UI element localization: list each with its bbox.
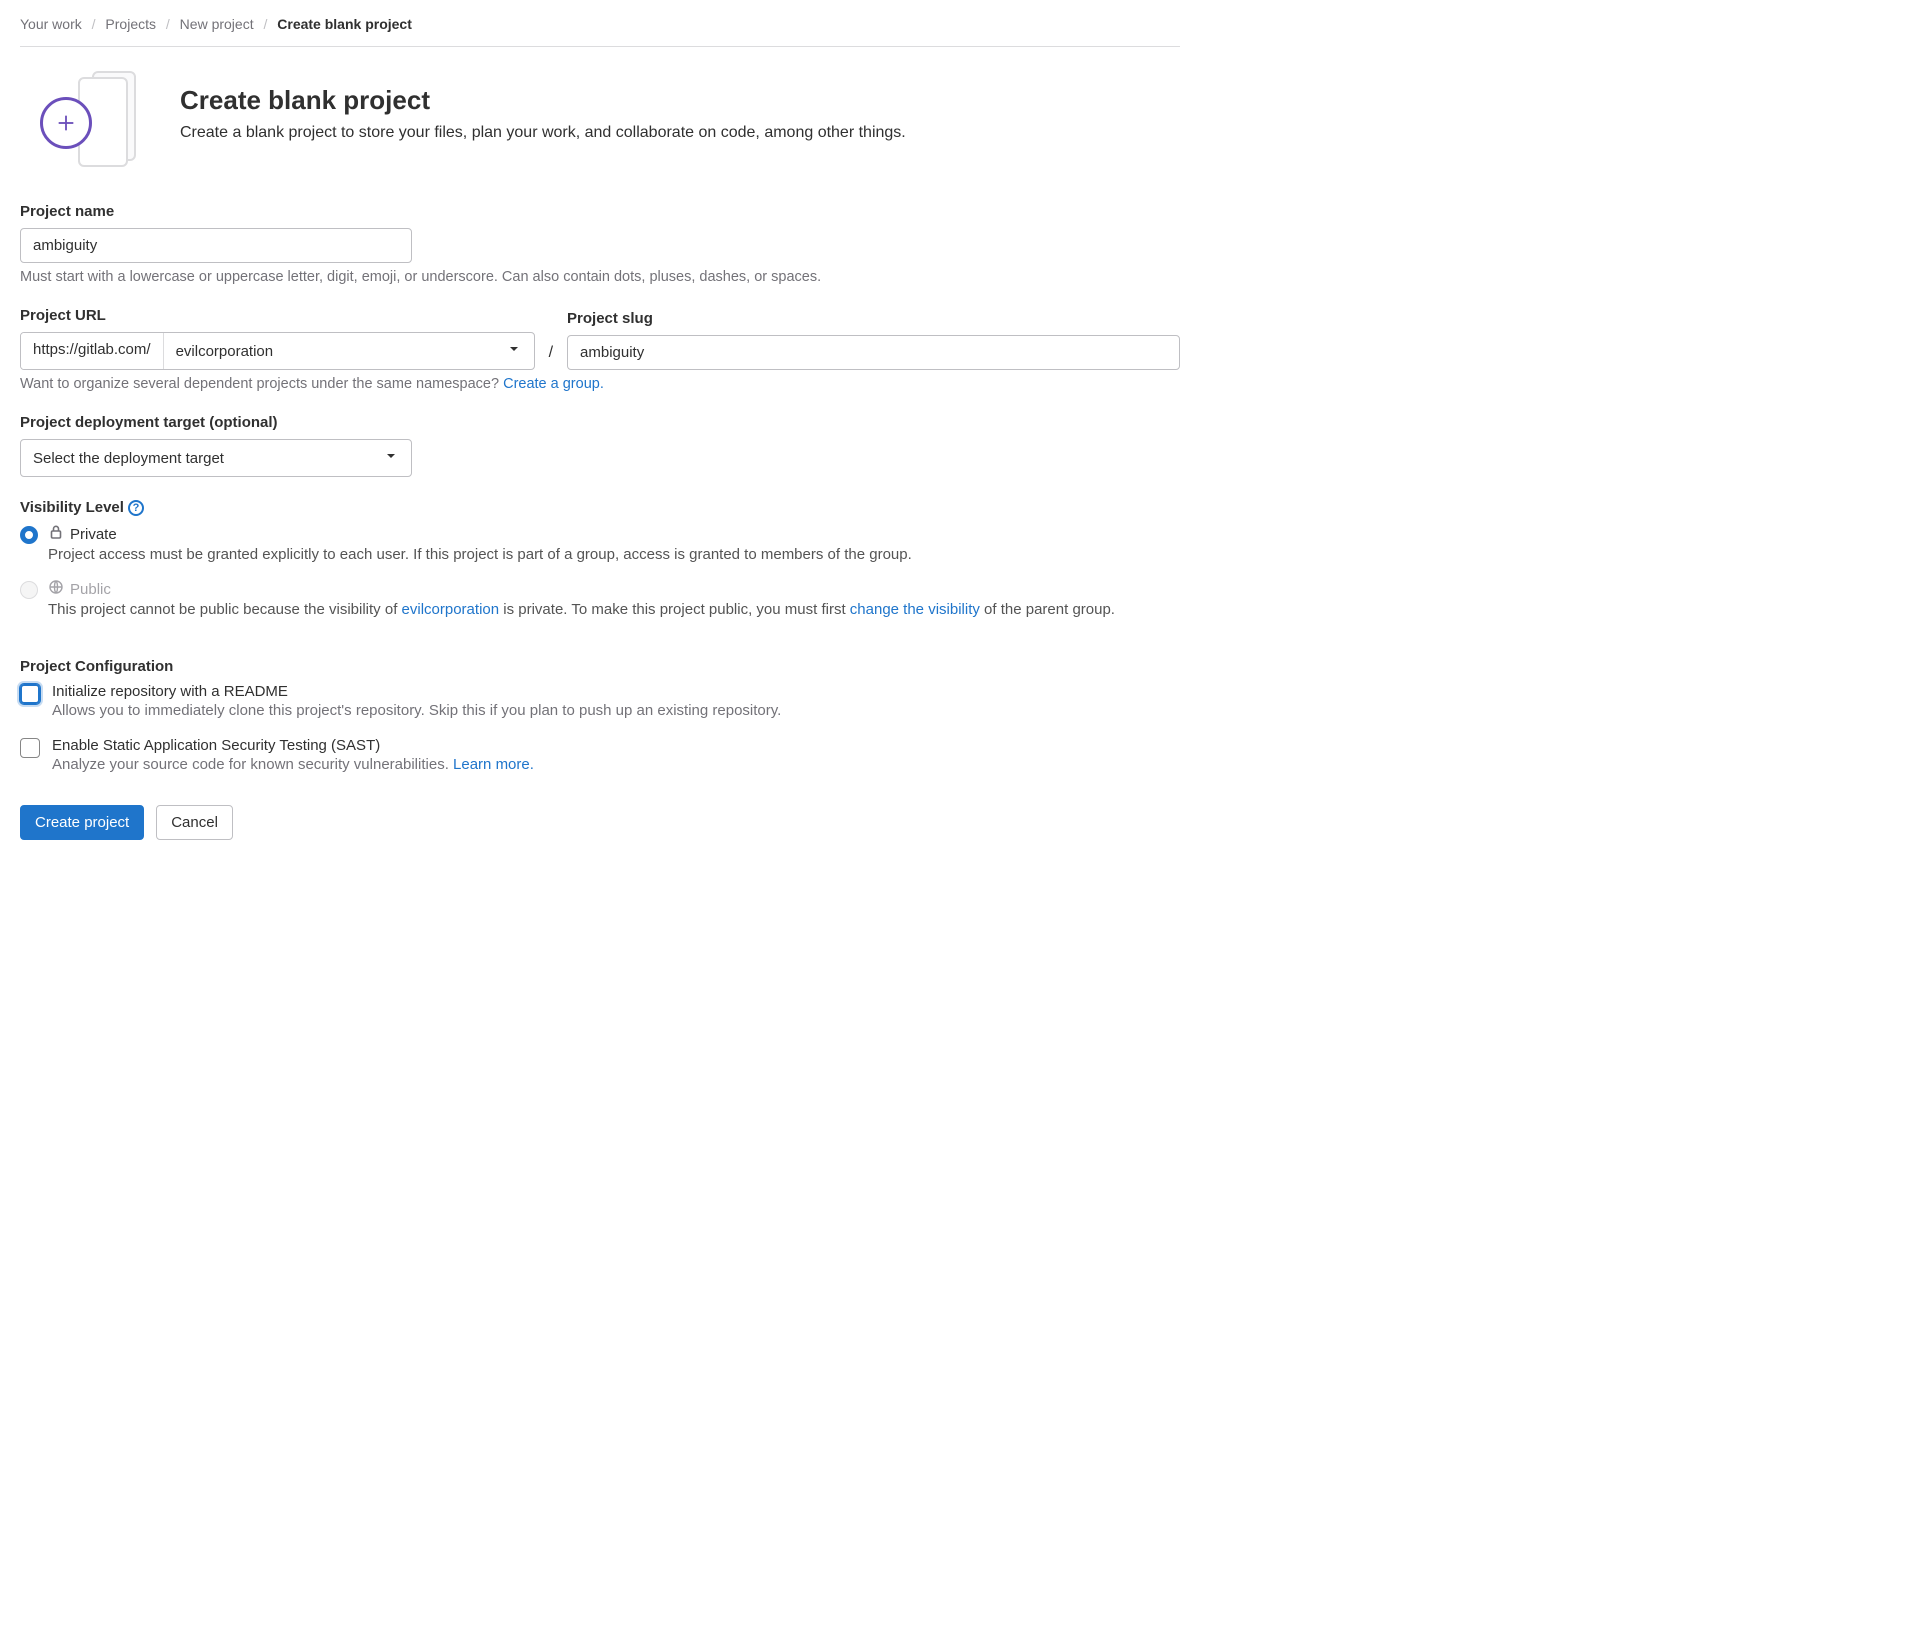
breadcrumb-separator: / bbox=[92, 16, 96, 32]
help-icon[interactable]: ? bbox=[128, 500, 144, 516]
breadcrumb: Your work / Projects / New project / Cre… bbox=[20, 16, 1180, 47]
project-config-label: Project Configuration bbox=[20, 658, 1180, 675]
url-slash: / bbox=[535, 344, 567, 370]
breadcrumb-separator: / bbox=[166, 16, 170, 32]
project-slug-label: Project slug bbox=[567, 310, 1180, 327]
chevron-down-icon bbox=[383, 448, 399, 468]
page-title: Create blank project bbox=[180, 85, 906, 116]
visibility-label: Visibility Level ? bbox=[20, 499, 1180, 516]
change-visibility-link[interactable]: change the visibility bbox=[850, 601, 980, 618]
visibility-public-desc: This project cannot be public because th… bbox=[48, 601, 1180, 618]
visibility-private-radio[interactable] bbox=[20, 526, 38, 544]
create-group-hint: Want to organize several dependent proje… bbox=[20, 376, 1180, 392]
project-name-label: Project name bbox=[20, 203, 1180, 220]
visibility-private-desc: Project access must be granted explicitl… bbox=[48, 546, 1180, 563]
visibility-private-title: Private bbox=[70, 526, 117, 543]
initialize-readme-checkbox[interactable] bbox=[20, 684, 40, 704]
sast-learn-more-link[interactable]: Learn more. bbox=[453, 756, 534, 773]
breadcrumb-separator: / bbox=[263, 16, 267, 32]
breadcrumb-your-work[interactable]: Your work bbox=[20, 16, 82, 32]
deployment-target-select[interactable]: Select the deployment target bbox=[20, 439, 412, 477]
enable-sast-label: Enable Static Application Security Testi… bbox=[52, 737, 1180, 754]
plus-icon bbox=[40, 97, 92, 149]
deployment-target-label: Project deployment target (optional) bbox=[20, 414, 1180, 431]
visibility-public-title: Public bbox=[70, 581, 111, 598]
cancel-button[interactable]: Cancel bbox=[156, 805, 233, 840]
create-project-button[interactable]: Create project bbox=[20, 805, 144, 840]
globe-icon bbox=[48, 579, 64, 599]
blank-project-icon bbox=[40, 71, 140, 171]
deployment-target-placeholder: Select the deployment target bbox=[33, 450, 224, 467]
page-subtitle: Create a blank project to store your fil… bbox=[180, 124, 906, 142]
project-name-help: Must start with a lowercase or uppercase… bbox=[20, 269, 1180, 285]
project-name-input[interactable] bbox=[20, 228, 412, 263]
enable-sast-desc: Analyze your source code for known secur… bbox=[52, 756, 1180, 773]
enable-sast-checkbox[interactable] bbox=[20, 738, 40, 758]
namespace-select[interactable]: evilcorporation bbox=[164, 333, 534, 369]
breadcrumb-new-project[interactable]: New project bbox=[180, 16, 254, 32]
lock-icon bbox=[48, 524, 64, 544]
initialize-readme-label: Initialize repository with a README bbox=[52, 683, 1180, 700]
project-url-base: https://gitlab.com/ bbox=[21, 333, 164, 369]
create-group-link[interactable]: Create a group. bbox=[503, 376, 604, 392]
initialize-readme-desc: Allows you to immediately clone this pro… bbox=[52, 702, 1180, 719]
project-slug-input[interactable] bbox=[567, 335, 1180, 370]
project-url-label: Project URL bbox=[20, 307, 535, 324]
visibility-public-radio bbox=[20, 581, 38, 599]
breadcrumb-projects[interactable]: Projects bbox=[105, 16, 156, 32]
namespace-selected: evilcorporation bbox=[176, 343, 274, 360]
breadcrumb-current: Create blank project bbox=[277, 16, 412, 32]
chevron-down-icon bbox=[506, 341, 522, 361]
visibility-namespace-link[interactable]: evilcorporation bbox=[402, 601, 500, 618]
